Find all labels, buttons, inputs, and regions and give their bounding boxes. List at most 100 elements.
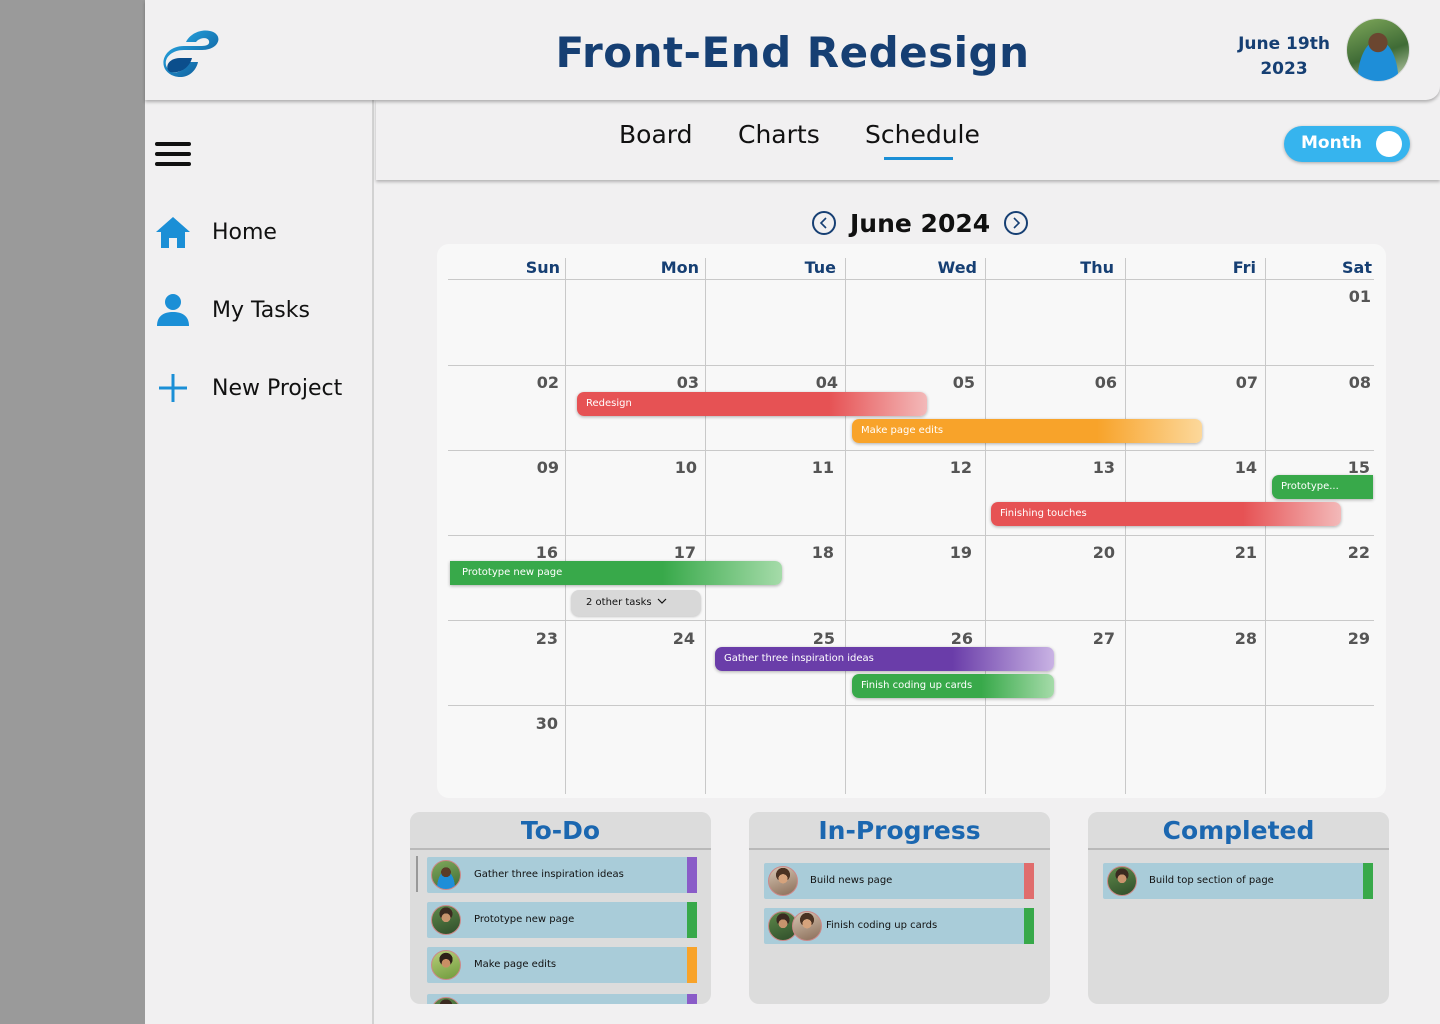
day-cell-number[interactable]: 19 <box>932 543 972 562</box>
weekday-wed: Wed <box>937 258 977 277</box>
day-cell-number[interactable]: 18 <box>794 543 834 562</box>
task-card[interactable]: Build top section of page <box>1103 863 1373 899</box>
kanban-column-title: In-Progress <box>749 812 1050 850</box>
current-date-day: June 19th <box>1238 34 1330 54</box>
scrollbar[interactable] <box>416 856 418 892</box>
prev-month-button[interactable] <box>812 211 836 235</box>
day-cell-number[interactable]: 05 <box>935 373 975 392</box>
task-card[interactable]: Build news page <box>764 863 1034 899</box>
tab-charts[interactable]: Charts <box>738 120 820 149</box>
task-card[interactable]: Gather three inspiration ideas <box>427 857 697 893</box>
task-card-title: Gather three inspiration ideas <box>474 869 624 880</box>
priority-stripe <box>1363 863 1373 899</box>
grid-line <box>1265 258 1266 794</box>
grid-line <box>448 365 1374 366</box>
weekday-fri: Fri <box>1232 258 1256 277</box>
assignee-avatar <box>431 860 461 890</box>
weekday-mon: Mon <box>660 258 699 277</box>
chevron-left-icon <box>819 217 827 229</box>
day-cell-number[interactable]: 30 <box>518 714 558 733</box>
active-tab-indicator <box>884 157 953 160</box>
day-cell-number[interactable]: 12 <box>932 458 972 477</box>
assignee-avatar <box>1107 866 1137 896</box>
day-cell-number[interactable]: 01 <box>1331 287 1371 306</box>
other-tasks-dropdown[interactable]: 2 other tasks <box>571 590 701 616</box>
grid-line <box>565 258 566 794</box>
day-cell-number[interactable]: 02 <box>519 373 559 392</box>
event-bar-gather-inspiration[interactable]: Gather three inspiration ideas <box>715 647 1054 671</box>
tab-schedule[interactable]: Schedule <box>865 120 980 149</box>
priority-stripe <box>687 857 697 893</box>
plus-icon <box>153 368 193 408</box>
day-cell-number[interactable]: 16 <box>518 543 558 562</box>
kanban-column-title: Completed <box>1088 812 1389 850</box>
day-cell-number[interactable]: 23 <box>518 629 558 648</box>
sidebar-item-my-tasks[interactable]: My Tasks <box>153 290 368 330</box>
day-cell-number[interactable]: 26 <box>933 629 973 648</box>
day-cell-number[interactable]: 17 <box>656 543 696 562</box>
grid-line <box>985 258 986 794</box>
toggle-label: Month <box>1301 133 1362 153</box>
event-bar-make-page-edits[interactable]: Make page edits <box>852 419 1202 443</box>
day-cell-number[interactable]: 28 <box>1217 629 1257 648</box>
month-calendar: Sun Mon Tue Wed Thu Fri Sat 01 02 03 04 … <box>437 244 1386 798</box>
weekday-sun: Sun <box>525 258 560 277</box>
user-icon <box>153 290 193 330</box>
task-card[interactable]: Prototype new page <box>427 902 697 938</box>
event-bar-prototype[interactable]: Prototype... <box>1272 475 1373 499</box>
kanban-column-todo: To-Do Gather three inspiration ideas Pro… <box>410 812 711 1004</box>
next-month-button[interactable] <box>1004 211 1029 235</box>
priority-stripe <box>687 947 697 983</box>
assignee-avatar <box>768 866 798 896</box>
day-cell-number[interactable]: 25 <box>795 629 835 648</box>
task-card-title: Build news page <box>810 875 893 886</box>
grid-line <box>1125 258 1126 794</box>
event-bar-prototype-new-page[interactable]: Prototype new page <box>450 561 782 585</box>
day-cell-number[interactable]: 08 <box>1331 373 1371 392</box>
task-card-title: Prototype new page <box>474 914 575 925</box>
day-cell-number[interactable]: 27 <box>1075 629 1115 648</box>
weekday-thu: Thu <box>1080 258 1114 277</box>
day-cell-number[interactable]: 09 <box>519 458 559 477</box>
sidebar-item-home[interactable]: Home <box>153 212 368 252</box>
day-cell-number[interactable]: 07 <box>1218 373 1258 392</box>
tab-board[interactable]: Board <box>619 120 692 149</box>
priority-stripe <box>687 902 697 938</box>
month-view-toggle[interactable]: Month <box>1284 126 1410 162</box>
user-avatar[interactable] <box>1346 18 1410 82</box>
kanban-column-title: To-Do <box>410 812 711 850</box>
day-cell-number[interactable]: 10 <box>657 458 697 477</box>
day-cell-number[interactable]: 21 <box>1217 543 1257 562</box>
sidebar: Home My Tasks New Project <box>145 100 374 1024</box>
assignee-avatar <box>792 911 822 941</box>
assignee-avatar <box>431 997 461 1004</box>
day-cell-number[interactable]: 11 <box>794 458 834 477</box>
task-card[interactable]: Finish coding up cards <box>764 908 1034 944</box>
grid-line <box>448 705 1374 706</box>
toggle-knob <box>1376 131 1402 157</box>
day-cell-number[interactable]: 22 <box>1330 543 1370 562</box>
sidebar-item-new-project[interactable]: New Project <box>153 368 368 408</box>
view-tab-bar: Board Charts Schedule Month <box>376 100 1440 180</box>
event-bar-redesign[interactable]: Redesign <box>577 392 927 416</box>
priority-stripe <box>1024 863 1034 899</box>
task-card[interactable] <box>427 994 697 1004</box>
day-cell-number[interactable]: 04 <box>798 373 838 392</box>
event-bar-finishing-touches[interactable]: Finishing touches <box>991 502 1341 526</box>
weekday-tue: Tue <box>804 258 836 277</box>
day-cell-number[interactable]: 13 <box>1075 458 1115 477</box>
day-cell-number[interactable]: 24 <box>655 629 695 648</box>
day-cell-number[interactable]: 29 <box>1330 629 1370 648</box>
hamburger-menu-icon[interactable] <box>155 142 191 168</box>
day-cell-number[interactable]: 20 <box>1075 543 1115 562</box>
day-cell-number[interactable]: 14 <box>1217 458 1257 477</box>
event-bar-finish-coding-cards[interactable]: Finish coding up cards <box>852 674 1054 698</box>
day-cell-number[interactable]: 06 <box>1077 373 1117 392</box>
task-card-title: Make page edits <box>474 959 557 970</box>
month-title: June 2024 <box>850 208 991 238</box>
day-cell-number[interactable]: 03 <box>659 373 699 392</box>
grid-line <box>448 620 1374 621</box>
other-tasks-label: 2 other tasks <box>586 597 652 608</box>
grid-line <box>448 279 1374 280</box>
task-card[interactable]: Make page edits <box>427 947 697 983</box>
